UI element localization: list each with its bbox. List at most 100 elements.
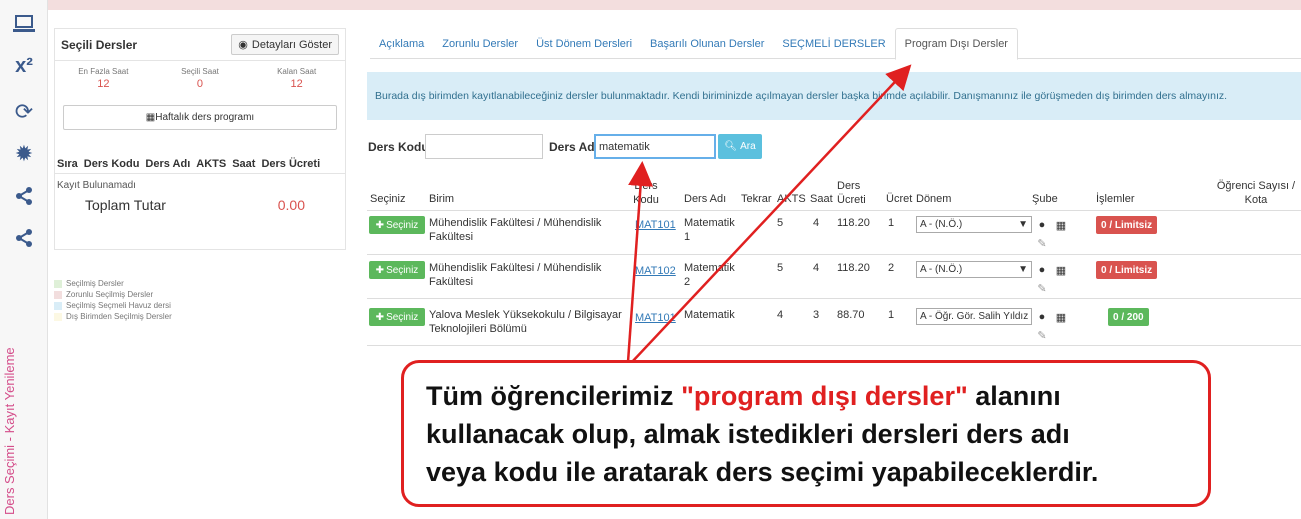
cell-akts: 5 xyxy=(777,262,784,274)
top-alert-bar xyxy=(48,0,1301,10)
term-select[interactable]: A - (N.Ö.) ▼ xyxy=(916,216,1032,233)
stat-label: Kalan Saat xyxy=(277,67,317,76)
tab-aciklama[interactable]: Açıklama xyxy=(370,28,433,59)
cell-ucret: 1 xyxy=(888,217,895,229)
chevron-down-icon: ▼ xyxy=(1018,219,1028,230)
stat-value: 12 xyxy=(290,78,303,90)
select-course-button[interactable]: ✚ Seçiniz xyxy=(369,261,425,279)
weekly-schedule-button[interactable]: ▦ Haftalık ders programı xyxy=(63,105,337,130)
callout-line: kullanacak olup, almak istedikleri dersl… xyxy=(426,419,1070,449)
legend-item: Seçilmiş Dersler xyxy=(54,278,172,289)
table-divider xyxy=(367,345,1301,346)
select-label: Seçiniz xyxy=(386,264,419,276)
gear-icon[interactable]: ✹ xyxy=(8,138,40,170)
show-details-button[interactable]: ◉ Detayları Göster xyxy=(231,34,339,55)
course-tabs: Açıklama Zorunlu Dersler Üst Dönem Dersl… xyxy=(370,28,1301,60)
col-header: Ders Ücreti xyxy=(261,157,321,170)
tab-basarili-olunan-dersler[interactable]: Başarılı Olunan Dersler xyxy=(641,28,773,59)
info-icon[interactable]: ● xyxy=(1035,310,1049,324)
course-code-input[interactable] xyxy=(425,134,543,159)
tag-icon[interactable]: ✎ xyxy=(1035,328,1049,342)
course-code-link[interactable]: MAT101 xyxy=(635,219,676,231)
panel-title: Seçili Dersler xyxy=(61,37,138,52)
tag-icon[interactable]: ✎ xyxy=(1035,281,1049,295)
calendar-icon[interactable]: ▦ xyxy=(1054,218,1068,232)
th-ders-adi: Ders Adı xyxy=(684,193,727,205)
weekly-schedule-label: Haftalık ders programı xyxy=(155,112,255,123)
term-select[interactable]: A - Öğr. Gör. Salih Yıldız (N.Ö..İ.Ö▼ xyxy=(916,308,1032,325)
left-sidebar: x² ⟳ ✹ Ders Seçimi - Kayıt Yenileme xyxy=(0,0,48,519)
calendar-icon: ▦ xyxy=(145,112,156,123)
superscript-icon[interactable]: x² xyxy=(8,50,40,82)
legend-label: Zorunlu Seçilmiş Dersler xyxy=(66,290,154,299)
calendar-icon[interactable]: ▦ xyxy=(1054,310,1068,324)
total-label: Toplam Tutar xyxy=(85,197,166,213)
info-alert: Burada dış birimden kayıtlanabileceğiniz… xyxy=(367,72,1301,120)
th-seciniz: Seçiniz xyxy=(370,193,406,205)
callout-line: Tüm öğrencilerimiz "program dışı dersler… xyxy=(426,377,1190,415)
stat-max-hours: En Fazla Saat 12 xyxy=(58,67,148,99)
laptop-icon[interactable] xyxy=(8,8,40,40)
col-header: Ders Adı xyxy=(145,157,191,170)
legend-swatch xyxy=(54,312,62,321)
share-icon[interactable] xyxy=(8,180,40,212)
chevron-down-icon: ▼ xyxy=(1018,264,1028,275)
th-saat: Saat xyxy=(810,193,833,205)
stat-selected-hours: Seçili Saat 0 xyxy=(155,67,245,99)
refresh-icon[interactable]: ⟳ xyxy=(8,96,40,128)
course-name-label: Ders Adı xyxy=(549,140,598,154)
select-label: Seçiniz xyxy=(386,311,419,323)
tab-zorunlu-dersler[interactable]: Zorunlu Dersler xyxy=(433,28,527,59)
tab-secmeli-dersler[interactable]: SEÇMELİ DERSLER xyxy=(773,28,894,59)
tab-program-disi-dersler[interactable]: Program Dışı Dersler xyxy=(894,28,1018,60)
course-code-link[interactable]: MAT101 xyxy=(635,312,676,324)
course-code-link[interactable]: MAT102 xyxy=(635,265,676,277)
term-select-value: A - (N.Ö.) xyxy=(920,219,963,230)
stat-value: 12 xyxy=(97,78,110,90)
legend-label: Seçilmiş Dersler xyxy=(66,279,124,288)
legend-swatch xyxy=(54,301,62,310)
quota-badge: 0 / Limitsiz xyxy=(1096,261,1158,279)
cell-ders-ucreti: 118.20 xyxy=(837,262,870,274)
term-select[interactable]: A - (N.Ö.) ▼ xyxy=(916,261,1032,278)
callout-highlight: "program dışı dersler" xyxy=(681,381,968,411)
select-course-button[interactable]: ✚ Seçiniz xyxy=(369,308,425,326)
cell-ders-ucreti: 88.70 xyxy=(837,309,865,321)
table-divider xyxy=(367,254,1301,255)
calendar-icon[interactable]: ▦ xyxy=(1054,263,1068,277)
cell-ders-adi: Matematik xyxy=(684,309,735,321)
stat-value: 0 xyxy=(196,78,204,90)
th-ders-kodu: Ders Kodu xyxy=(633,180,659,206)
th-ogrenci-sayisi-kota: Öğrenci Sayısı / Kota xyxy=(1216,180,1296,206)
cell-saat: 4 xyxy=(813,262,820,274)
course-name-input[interactable] xyxy=(594,134,716,159)
share-icon[interactable] xyxy=(8,222,40,254)
no-record-text: Kayıt Bulunamadı xyxy=(57,180,136,191)
search-button[interactable]: 🔍︎ Ara xyxy=(718,134,762,159)
cell-birim: Mühendislik Fakültesi / Mühendislik Fakü… xyxy=(429,217,602,243)
selected-courses-header: Sıra Ders Kodu Ders Adı AKTS Saat Ders Ü… xyxy=(55,154,345,174)
stat-label: En Fazla Saat xyxy=(78,67,129,76)
cell-ders-ucreti: 118.20 xyxy=(837,217,870,229)
select-course-button[interactable]: ✚ Seçiniz xyxy=(369,216,425,234)
legend-item: Seçilmiş Seçmeli Havuz dersi xyxy=(54,300,172,311)
legend-item: Dış Birimden Seçilmiş Dersler xyxy=(54,311,172,322)
tag-icon[interactable]: ✎ xyxy=(1035,236,1049,250)
search-button-label: Ara xyxy=(740,141,756,152)
th-akts: AKTS xyxy=(777,193,806,205)
tab-ust-donem-dersleri[interactable]: Üst Dönem Dersleri xyxy=(527,28,641,59)
table-divider xyxy=(367,298,1301,299)
th-islemler: İşlemler xyxy=(1096,193,1135,205)
cell-saat: 3 xyxy=(813,309,820,321)
col-header: Saat xyxy=(232,157,256,170)
plus-icon: ✚ xyxy=(375,264,385,276)
cell-akts: 4 xyxy=(777,309,784,321)
eye-icon: ◉ xyxy=(238,39,248,51)
th-birim: Birim xyxy=(429,193,455,205)
th-donem: Dönem xyxy=(916,193,952,205)
quota-badge: 0 / 200 xyxy=(1108,308,1149,326)
info-icon[interactable]: ● xyxy=(1035,218,1049,232)
callout-line: veya kodu ile aratarak ders seçimi yapab… xyxy=(426,457,1099,487)
col-header: Sıra xyxy=(57,157,78,170)
info-icon[interactable]: ● xyxy=(1035,263,1049,277)
